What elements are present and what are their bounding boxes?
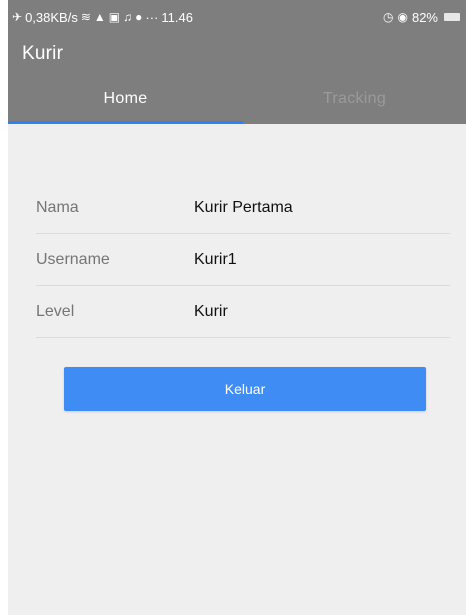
chat-icon: ● <box>135 10 143 24</box>
profile-row-nama: Nama Kurir Pertama <box>36 182 450 234</box>
nama-label: Nama <box>36 198 79 216</box>
active-tab-indicator <box>8 121 243 124</box>
app-title: Kurir <box>22 43 64 64</box>
alarm-icon: ◷ <box>383 10 394 24</box>
profile-row-level: Level Kurir <box>36 286 450 338</box>
clock: 11.46 <box>161 9 193 25</box>
gallery-icon: ▣ <box>108 10 121 24</box>
battery-icon <box>444 13 460 21</box>
status-bar-left: ✈ 0,38KB/s ≋ ▲ ▣ ♫ ● ··· 11.46 <box>12 10 193 25</box>
music-icon: ♫ <box>123 10 133 24</box>
tab-home-label: Home <box>103 90 148 107</box>
network-speed: 0,38KB/s <box>25 9 78 25</box>
nama-value: Kurir Pertama <box>194 198 293 216</box>
username-value: Kurir1 <box>194 250 237 268</box>
wifi-icon: ≋ <box>80 10 91 24</box>
tab-tracking-label: Tracking <box>322 90 387 107</box>
profile-row-username: Username Kurir1 <box>36 234 450 286</box>
tab-bar: Home Tracking <box>8 74 466 124</box>
airplane-icon: ✈ <box>12 10 23 24</box>
profile-section: Nama Kurir Pertama Username Kurir1 Level… <box>8 124 466 338</box>
username-label: Username <box>36 250 110 268</box>
tab-home[interactable]: Home <box>8 74 243 124</box>
status-bar-right: ◷ ◉ 82% <box>383 10 460 25</box>
status-bar: ✈ 0,38KB/s ≋ ▲ ▣ ♫ ● ··· 11.46 ◷ ◉ 82% <box>8 0 466 34</box>
tab-tracking[interactable]: Tracking <box>243 74 466 124</box>
logout-button-label: Keluar <box>224 381 266 397</box>
app-screen: ✈ 0,38KB/s ≋ ▲ ▣ ♫ ● ··· 11.46 ◷ ◉ 82% K… <box>8 0 466 615</box>
level-value: Kurir <box>194 302 228 320</box>
alert-icon: ▲ <box>93 10 106 24</box>
logout-button[interactable]: Keluar <box>64 367 426 411</box>
level-label: Level <box>36 302 75 320</box>
more-notifications-indicator: ··· <box>145 9 159 25</box>
app-bar: Kurir <box>8 34 466 74</box>
eye-icon: ◉ <box>397 10 408 24</box>
battery-percent: 82% <box>411 9 438 25</box>
